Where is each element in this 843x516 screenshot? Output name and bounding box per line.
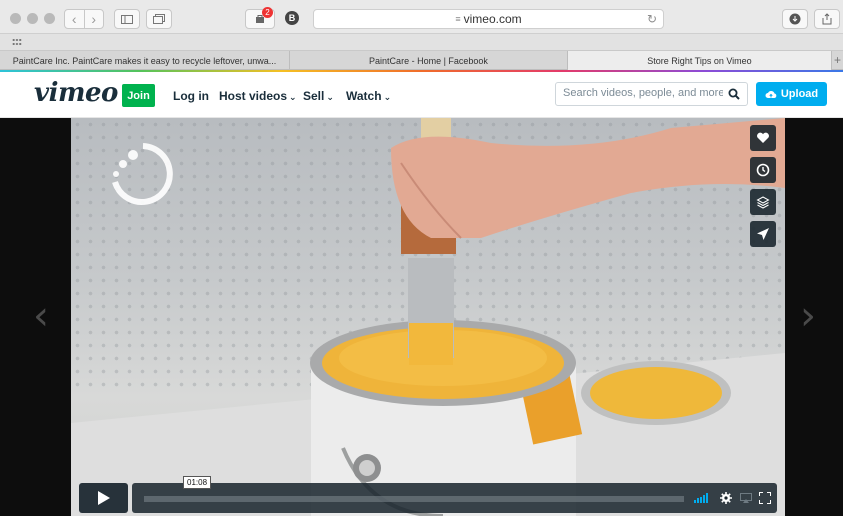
sell-menu[interactable]: Sell ⌄ <box>303 89 334 103</box>
back-icon[interactable]: ‹ <box>65 10 84 28</box>
player-side-buttons <box>750 125 776 253</box>
zoom-window-button[interactable] <box>44 13 55 24</box>
settings-gear-icon[interactable] <box>720 492 732 504</box>
heart-icon[interactable] <box>750 125 776 151</box>
vimeo-logo[interactable]: vimeo <box>34 78 118 108</box>
fullscreen-icon[interactable] <box>759 492 771 504</box>
tab-paintcare[interactable]: PaintCare Inc. PaintCare makes it easy t… <box>0 51 290 70</box>
loading-spinner-icon <box>112 143 173 205</box>
host-videos-label: Host videos <box>219 89 288 103</box>
chevron-down-icon: ⌄ <box>289 92 297 102</box>
send-icon[interactable] <box>750 221 776 247</box>
upload-label: Upload <box>780 88 819 100</box>
video-frame[interactable] <box>71 118 785 516</box>
watch-label: Watch <box>346 89 382 103</box>
volume-icon[interactable] <box>694 493 708 503</box>
play-icon <box>97 491 110 505</box>
history-nav: ‹ › <box>64 9 104 29</box>
profile-extension-icon[interactable]: B <box>285 11 299 25</box>
progress-bar[interactable] <box>144 496 684 502</box>
lock-icon: ≡ <box>455 14 461 24</box>
upload-button[interactable]: Upload <box>756 82 827 106</box>
join-button[interactable]: Join <box>122 84 155 107</box>
previous-arrow-icon[interactable]: ‹ <box>33 293 49 339</box>
video-stage: ‹ › 01:08 <box>0 118 843 516</box>
watch-menu[interactable]: Watch ⌄ <box>346 89 391 103</box>
minimize-window-button[interactable] <box>27 13 38 24</box>
new-tab-icon[interactable]: + <box>832 51 843 69</box>
browser-toolbar: ‹ › 2 B ≡ vimeo.com ↻ <box>0 0 843 34</box>
tab-facebook[interactable]: PaintCare - Home | Facebook <box>290 51 568 70</box>
vimeo-header: vimeo Join Log in Host videos ⌄ Sell ⌄ Wat… <box>0 72 843 118</box>
cloud-upload-icon <box>765 90 777 98</box>
timecode: 01:08 <box>183 476 212 489</box>
address-bar[interactable]: ≡ vimeo.com ↻ <box>313 9 664 29</box>
sidebar-icon[interactable] <box>114 9 140 29</box>
download-icon[interactable] <box>782 9 808 29</box>
share-icon[interactable] <box>814 9 840 29</box>
clock-icon[interactable] <box>750 157 776 183</box>
address-text: vimeo.com <box>463 12 522 26</box>
reload-icon[interactable]: ↻ <box>647 12 657 26</box>
player-controls: 01:08 <box>79 476 777 513</box>
chevron-down-icon: ⌄ <box>326 92 334 102</box>
sell-label: Sell <box>303 89 325 103</box>
close-window-button[interactable] <box>10 13 21 24</box>
airplay-icon[interactable] <box>740 493 752 503</box>
layers-icon[interactable] <box>750 189 776 215</box>
tab-vimeo[interactable]: Store Right Tips on Vimeo <box>568 51 832 70</box>
forward-icon[interactable]: › <box>83 10 104 28</box>
control-bar: 01:08 <box>132 476 777 513</box>
tab-overview-icon[interactable] <box>146 9 172 29</box>
bookmarks-bar <box>0 34 843 51</box>
login-link[interactable]: Log in <box>173 89 209 103</box>
next-arrow-icon[interactable]: › <box>800 293 816 339</box>
search-box <box>555 82 748 106</box>
search-input[interactable] <box>563 87 723 99</box>
search-icon[interactable] <box>728 87 740 105</box>
chevron-down-icon: ⌄ <box>383 92 392 102</box>
notification-badge: 2 <box>262 7 273 18</box>
tab-bar: PaintCare Inc. PaintCare makes it easy t… <box>0 51 843 70</box>
play-button[interactable] <box>79 483 128 513</box>
host-videos-menu[interactable]: Host videos ⌄ <box>219 89 297 103</box>
top-sites-grid-icon[interactable] <box>12 38 22 46</box>
